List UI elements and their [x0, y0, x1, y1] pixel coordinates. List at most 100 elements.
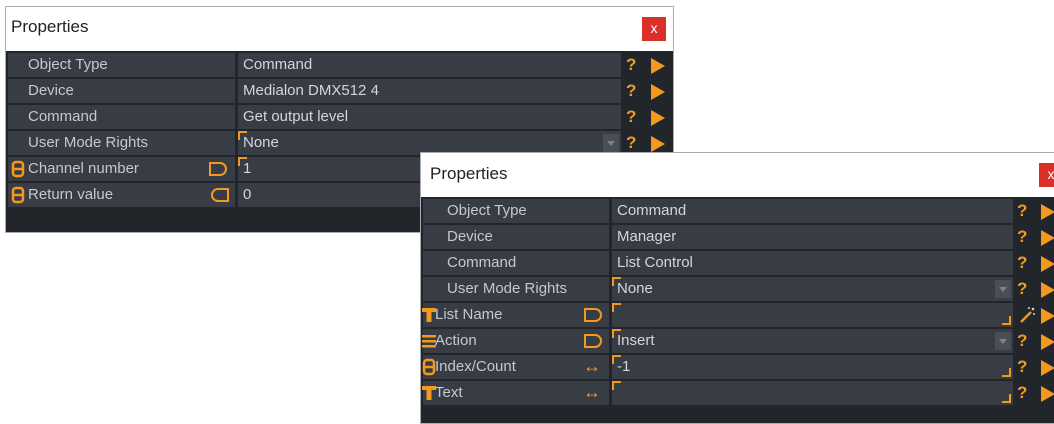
- help-icon[interactable]: ?: [1017, 253, 1027, 273]
- play-icon[interactable]: [1041, 308, 1054, 324]
- play-icon[interactable]: [1041, 282, 1054, 298]
- edit-corner-marker: [612, 303, 621, 312]
- help-icon[interactable]: ?: [1017, 331, 1027, 351]
- property-row-command: Command List Control ?: [421, 251, 1054, 275]
- play-icon[interactable]: [1041, 204, 1054, 220]
- property-value: Medialon DMX512 4: [243, 82, 379, 99]
- property-name-cell: Return value: [8, 183, 235, 207]
- play-icon[interactable]: [1041, 256, 1054, 272]
- panel-title: Properties: [430, 164, 508, 183]
- help-icon[interactable]: ?: [626, 107, 636, 127]
- property-name-cell: User Mode Rights: [423, 277, 609, 301]
- help-icon[interactable]: ?: [1017, 357, 1027, 377]
- numeric-variable-icon: [11, 186, 25, 204]
- property-value: None: [617, 280, 653, 297]
- property-name: List Name: [435, 306, 503, 323]
- edit-corner-marker: [1002, 316, 1011, 325]
- help-icon[interactable]: ?: [626, 133, 636, 153]
- play-icon[interactable]: [651, 84, 665, 100]
- output-connector-icon[interactable]: [208, 187, 230, 203]
- text-field[interactable]: [612, 381, 1013, 405]
- property-row-index-count: Index/Count ↔ -1 ?: [421, 355, 1054, 379]
- play-icon[interactable]: [1041, 334, 1054, 350]
- property-value: Command: [243, 56, 313, 73]
- panel-titlebar[interactable]: Properties x: [421, 153, 1054, 197]
- input-connector-icon[interactable]: [583, 333, 605, 349]
- property-name-cell: Device: [423, 225, 609, 249]
- property-row-device: Device Medialon DMX512 4 ?: [6, 79, 673, 103]
- property-value: Command: [617, 202, 687, 219]
- index-count-field[interactable]: -1: [612, 355, 1013, 379]
- bidirectional-arrow-icon[interactable]: ↔: [583, 382, 601, 403]
- property-row-object-type: Object Type Command ?: [6, 53, 673, 77]
- list-name-field[interactable]: [612, 303, 1013, 327]
- panel-titlebar[interactable]: Properties x: [6, 7, 673, 51]
- input-connector-icon[interactable]: [583, 307, 605, 323]
- user-mode-rights-select[interactable]: None: [612, 277, 1013, 301]
- edit-corner-marker: [1002, 368, 1011, 377]
- help-icon[interactable]: ?: [1017, 383, 1027, 403]
- property-name-cell: Action: [422, 329, 609, 353]
- property-name: Index/Count: [435, 358, 516, 375]
- property-value: List Control: [617, 254, 693, 271]
- play-icon[interactable]: [651, 58, 665, 74]
- property-name-cell: Index/Count ↔: [422, 355, 609, 379]
- property-value-cell: List Control: [612, 251, 1013, 275]
- property-name-cell: List Name: [422, 303, 609, 327]
- panel-title: Properties: [11, 17, 89, 36]
- edit-corner-marker: [612, 381, 621, 390]
- property-name: Channel number: [28, 160, 139, 177]
- play-icon[interactable]: [1041, 386, 1054, 402]
- input-connector-icon[interactable]: [208, 161, 230, 177]
- help-icon[interactable]: ?: [1017, 201, 1027, 221]
- bidirectional-arrow-icon[interactable]: ↔: [583, 356, 601, 377]
- property-value: -1: [617, 358, 631, 375]
- property-name-cell: Command: [423, 251, 609, 275]
- property-row-list-name: List Name: [421, 303, 1054, 327]
- property-row-action: Action Insert ?: [421, 329, 1054, 353]
- property-name: Return value: [28, 186, 114, 203]
- help-icon[interactable]: ?: [626, 55, 636, 75]
- play-icon[interactable]: [651, 110, 665, 126]
- property-name: Object Type: [28, 56, 108, 73]
- property-name-cell: Command: [8, 105, 235, 129]
- close-button[interactable]: x: [1039, 163, 1054, 187]
- property-name-cell: Text ↔: [422, 381, 609, 405]
- property-value: None: [243, 134, 279, 151]
- chevron-down-icon[interactable]: [603, 134, 619, 152]
- chevron-down-icon[interactable]: [995, 332, 1011, 350]
- property-name: Action: [435, 332, 477, 349]
- property-name: Device: [28, 82, 74, 99]
- chevron-down-icon[interactable]: [995, 280, 1011, 298]
- edit-corner-marker: [1002, 394, 1011, 403]
- property-name: Text: [435, 384, 463, 401]
- play-icon[interactable]: [1041, 230, 1054, 246]
- magic-wand-icon[interactable]: [1017, 305, 1037, 325]
- property-name: Device: [447, 228, 493, 245]
- property-value-cell: Medialon DMX512 4: [238, 79, 621, 103]
- close-button[interactable]: x: [642, 17, 666, 41]
- property-value-cell: Command: [612, 199, 1013, 223]
- help-icon[interactable]: ?: [626, 81, 636, 101]
- property-value: 1: [243, 160, 252, 177]
- property-name: User Mode Rights: [28, 134, 149, 151]
- property-value-cell: Command: [238, 53, 621, 77]
- property-name: Command: [447, 254, 517, 271]
- numeric-variable-icon: [11, 160, 25, 178]
- property-value: Insert: [617, 332, 655, 349]
- help-icon[interactable]: ?: [1017, 279, 1027, 299]
- property-name: Command: [28, 108, 98, 125]
- property-value: Get output level: [243, 108, 349, 125]
- property-value: Manager: [617, 228, 677, 245]
- play-icon[interactable]: [1041, 360, 1054, 376]
- property-row-user-mode-rights: User Mode Rights None ?: [421, 277, 1054, 301]
- action-select[interactable]: Insert: [612, 329, 1013, 353]
- property-value-cell: Manager: [612, 225, 1013, 249]
- property-name-cell: User Mode Rights: [8, 131, 235, 155]
- help-icon[interactable]: ?: [1017, 227, 1027, 247]
- play-icon[interactable]: [651, 136, 665, 152]
- property-name-cell: Object Type: [423, 199, 609, 223]
- property-name: User Mode Rights: [447, 280, 568, 297]
- property-row-text: Text ↔ ?: [421, 381, 1054, 405]
- property-name-cell: Object Type: [8, 53, 235, 77]
